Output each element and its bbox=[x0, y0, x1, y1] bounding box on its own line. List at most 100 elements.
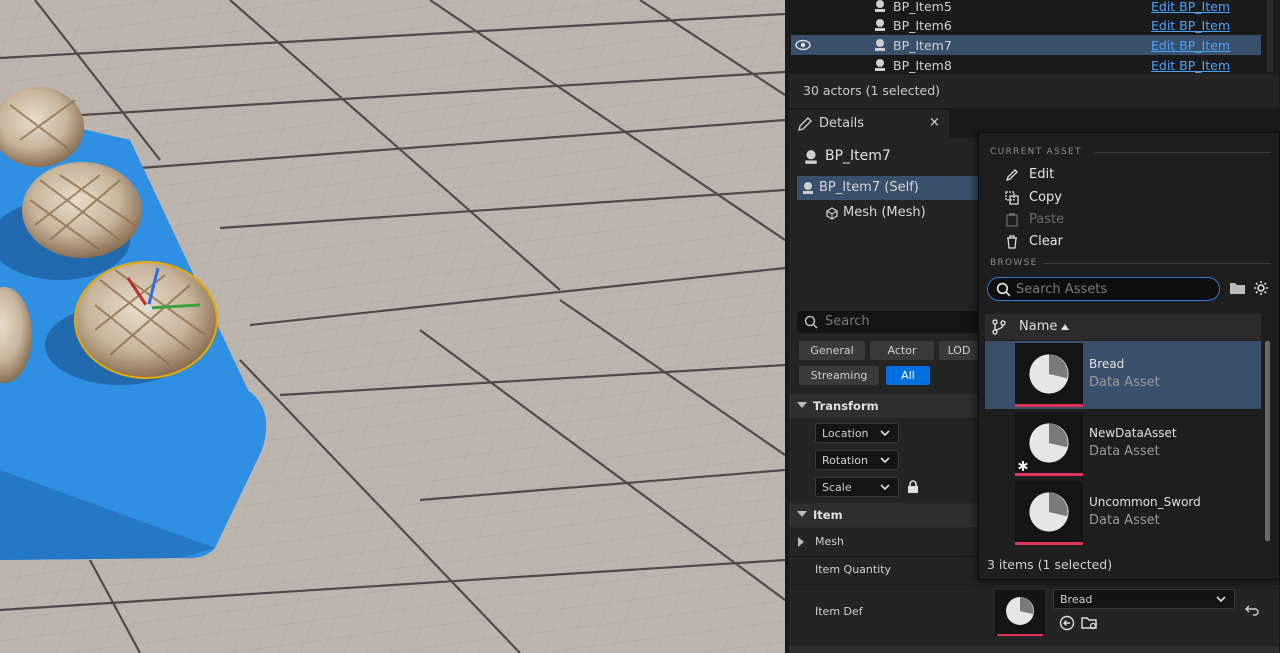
data-asset-icon bbox=[1029, 354, 1069, 394]
component-label: Mesh (Mesh) bbox=[843, 205, 926, 220]
asset-color-bar bbox=[1015, 473, 1083, 476]
search-icon bbox=[996, 282, 1011, 297]
trash-icon bbox=[1007, 235, 1017, 249]
tab-details[interactable]: Details × bbox=[789, 110, 949, 138]
expand-triangle-icon[interactable] bbox=[797, 537, 805, 547]
asset-thumbnail bbox=[1015, 412, 1083, 476]
location-dropdown[interactable]: Location bbox=[815, 423, 899, 443]
tab-label: Details bbox=[819, 116, 865, 131]
asset-name: Bread bbox=[1089, 357, 1125, 371]
asset-name: Uncommon_Sword bbox=[1089, 495, 1201, 509]
collapse-triangle-icon bbox=[797, 402, 807, 408]
item-def-thumbnail[interactable] bbox=[995, 590, 1045, 636]
category-audio[interactable] bbox=[789, 646, 1279, 653]
category-label: Transform bbox=[813, 399, 879, 413]
menu-item-label: Paste bbox=[1029, 212, 1065, 227]
dropdown-label: Scale bbox=[822, 481, 852, 494]
close-tab-icon[interactable]: × bbox=[929, 115, 940, 130]
property-item-def-label: Item Def bbox=[815, 605, 863, 618]
edit-blueprint-link[interactable]: Edit BP_Item bbox=[1151, 18, 1230, 33]
outliner-row[interactable]: BP_Item6 Edit BP_Item bbox=[791, 15, 1261, 35]
dropdown-value: Bread bbox=[1060, 593, 1093, 606]
filter-chip-general[interactable]: General bbox=[799, 341, 865, 360]
dropdown-label: Rotation bbox=[822, 454, 869, 467]
paste-icon bbox=[1006, 213, 1018, 227]
outliner-status-bar: 30 actors (1 selected) bbox=[789, 74, 1279, 108]
property-item-quantity-label: Item Quantity bbox=[815, 563, 892, 576]
search-assets-input[interactable]: Search Assets bbox=[987, 277, 1220, 301]
asset-color-bar bbox=[1015, 542, 1083, 545]
visibility-eye-icon[interactable] bbox=[795, 38, 811, 52]
menu-item-label: Edit bbox=[1029, 167, 1055, 182]
data-asset-icon bbox=[1006, 597, 1034, 625]
pencil-icon bbox=[798, 117, 812, 131]
section-divider bbox=[1095, 152, 1271, 153]
rotation-dropdown[interactable]: Rotation bbox=[815, 450, 899, 470]
browse-folder-icon[interactable] bbox=[1081, 615, 1099, 631]
lock-icon[interactable] bbox=[907, 480, 919, 494]
edit-blueprint-link[interactable]: Edit BP_Item bbox=[1151, 58, 1230, 73]
asset-list-header: Name bbox=[985, 314, 1261, 340]
asset-thumbnail bbox=[1015, 343, 1083, 407]
asset-row-bread[interactable]: Bread Data Asset bbox=[985, 341, 1261, 409]
filter-chip-all[interactable]: All bbox=[886, 366, 930, 385]
filter-chip-actor[interactable]: Actor bbox=[870, 341, 934, 360]
details-search-input[interactable]: Search bbox=[797, 311, 987, 333]
filter-chip-streaming[interactable]: Streaming bbox=[799, 366, 879, 385]
component-row-self[interactable]: BP_Item7 (Self) bbox=[797, 176, 987, 200]
edit-blueprint-link[interactable]: Edit BP_Item bbox=[1151, 0, 1230, 14]
chevron-down-icon bbox=[880, 457, 890, 464]
section-divider bbox=[1043, 263, 1271, 264]
asset-count-footer: 3 items (1 selected) bbox=[987, 557, 1113, 572]
asset-picker-popup: CURRENT ASSET Edit Copy Paste Clear BROW… bbox=[978, 132, 1280, 580]
category-item[interactable]: Item bbox=[789, 503, 979, 527]
copy-icon bbox=[1005, 191, 1019, 205]
asset-row-uncommon-sword[interactable]: Uncommon_Sword Data Asset bbox=[985, 479, 1261, 547]
viewport-scene bbox=[0, 0, 785, 653]
actor-icon bbox=[875, 39, 885, 51]
outliner-scrollbar[interactable] bbox=[1267, 0, 1273, 72]
sort-ascending-icon bbox=[1061, 324, 1069, 330]
category-transform[interactable]: Transform bbox=[789, 394, 979, 418]
actor-name: BP_Item6 bbox=[893, 18, 952, 33]
search-icon bbox=[804, 315, 818, 329]
pencil-icon bbox=[1005, 169, 1018, 182]
column-name-header[interactable]: Name bbox=[1019, 319, 1057, 334]
outliner-row[interactable]: BP_Item5 Edit BP_Item bbox=[791, 0, 1261, 16]
menu-item-label: Copy bbox=[1029, 190, 1062, 205]
data-asset-icon bbox=[1029, 423, 1069, 463]
asset-row-newdataasset[interactable]: NewDataAsset Data Asset bbox=[985, 410, 1261, 478]
collapse-triangle-icon bbox=[797, 511, 807, 517]
folder-filter-icon[interactable] bbox=[1229, 281, 1246, 296]
level-viewport[interactable] bbox=[0, 0, 785, 653]
asset-type: Data Asset bbox=[1089, 444, 1160, 459]
chevron-down-icon bbox=[880, 430, 890, 437]
chevron-down-icon bbox=[880, 484, 890, 491]
data-asset-icon bbox=[1029, 492, 1069, 532]
search-placeholder: Search bbox=[825, 314, 870, 329]
asset-list-scrollbar[interactable] bbox=[1265, 341, 1270, 541]
actor-icon bbox=[875, 59, 885, 71]
asset-color-bar bbox=[997, 634, 1043, 636]
category-label: Item bbox=[813, 508, 843, 522]
unsaved-asterisk-icon bbox=[1018, 461, 1028, 471]
outliner-row-selected[interactable]: BP_Item7 Edit BP_Item bbox=[791, 35, 1261, 55]
component-label: BP_Item7 (Self) bbox=[819, 180, 919, 195]
use-selected-arrow-icon[interactable] bbox=[1059, 615, 1075, 631]
actor-icon bbox=[805, 150, 817, 164]
outliner-row[interactable]: BP_Item8 Edit BP_Item bbox=[791, 55, 1261, 75]
item-def-dropdown[interactable]: Bread bbox=[1053, 589, 1235, 609]
gear-icon[interactable] bbox=[1253, 280, 1269, 296]
component-row-mesh[interactable]: Mesh (Mesh) bbox=[797, 201, 987, 225]
actor-title-text: BP_Item7 bbox=[825, 148, 891, 164]
actor-count: 30 actors (1 selected) bbox=[803, 83, 941, 98]
asset-name: NewDataAsset bbox=[1089, 426, 1177, 440]
edit-blueprint-link[interactable]: Edit BP_Item bbox=[1151, 38, 1230, 53]
row-separator bbox=[789, 584, 1279, 585]
scale-dropdown[interactable]: Scale bbox=[815, 477, 899, 497]
filter-chip-lod[interactable]: LOD bbox=[939, 341, 979, 360]
reset-to-default-icon[interactable] bbox=[1245, 604, 1259, 616]
section-header-browse: BROWSE bbox=[990, 258, 1038, 268]
actor-name: BP_Item7 bbox=[893, 38, 952, 53]
source-branch-icon[interactable] bbox=[991, 319, 1007, 335]
